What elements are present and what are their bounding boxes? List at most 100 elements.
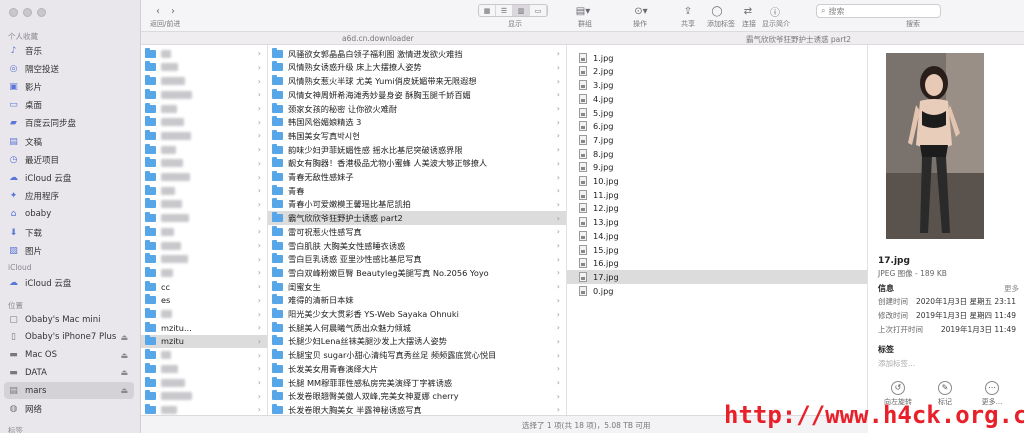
minimize-button[interactable] (23, 8, 32, 17)
sidebar-item[interactable]: ☁ iCloud 云盘 (4, 274, 134, 291)
sidebar-item[interactable]: ▣ 影片 (4, 78, 134, 95)
column-1-item[interactable]: › (141, 61, 267, 75)
folder-row[interactable]: 风情熟女诱惑升级 床上大摆撩人姿势 › (268, 61, 566, 75)
folder-row[interactable]: 阳光美少女大贯彩香 YS-Web Sayaka Ohnuki › (268, 307, 566, 321)
column-1-item[interactable]: › (141, 253, 267, 267)
column-2[interactable]: 风骚欲女郭晶晶白领子福利图 激情迸发欲火难挡 › 风情熟女诱惑升级 床上大摆撩人姿势… (268, 45, 567, 415)
path-folder[interactable]: 霸气欣欣爷狂野护士诱惑 part2 (746, 34, 851, 45)
list-view-icon[interactable]: ☰ (496, 5, 513, 16)
sidebar-item[interactable]: ♪ 音乐 (4, 42, 134, 59)
folder-row[interactable]: 韩国风俗媚娘精选 3 › (268, 116, 566, 130)
column-1-item[interactable]: › (141, 143, 267, 157)
sidebar-item[interactable]: ▨ 图片 (4, 242, 134, 259)
close-button[interactable] (9, 8, 18, 17)
file-row[interactable]: 12.jpg (567, 202, 867, 216)
action-icon[interactable]: ⊙▾ (632, 4, 650, 18)
sidebar-item[interactable]: ▤ mars ⏏ (4, 382, 134, 400)
view-switcher[interactable]: ▦ ☰ ▥ ▭ (478, 4, 548, 17)
folder-row[interactable]: 长腿美人何晨曦气质出众魅力倾城 › (268, 321, 566, 335)
column-1-item[interactable]: › (141, 198, 267, 212)
file-row[interactable]: 0.jpg (567, 284, 867, 298)
folder-row[interactable]: 长腿 MM穆菲菲性感私房完美演绎丁字裤诱惑 › (268, 376, 566, 390)
sidebar-item[interactable]: ⌂ obaby (4, 206, 134, 223)
file-row[interactable]: 7.jpg (567, 133, 867, 147)
file-row[interactable]: 9.jpg (567, 161, 867, 175)
folder-row[interactable]: 长腿少妇Lena丝袜美腿沙发上大摆诱人姿势 › (268, 335, 566, 349)
column-3[interactable]: 1.jpg 2.jpg 3.jpg 4.jpg 5.jpg 6.jpg 7.jpg 8.jpg… (567, 45, 868, 415)
folder-row[interactable]: 长发卷眼大胸美女 半露神秘诱惑写真 › (268, 403, 566, 415)
sidebar-item[interactable]: ▭ 桌面 (4, 97, 134, 114)
sidebar-item[interactable]: ▰ 百度云同步盘 (4, 115, 134, 132)
folder-row[interactable]: 雪白肌肤 大胸美女性感睡衣诱惑 › (268, 239, 566, 253)
folder-row[interactable]: 雷可祝惹火性感写真 › (268, 225, 566, 239)
search-field[interactable]: ⌕ 搜索 (816, 4, 941, 18)
column-view-icon[interactable]: ▥ (513, 5, 530, 16)
file-row[interactable]: 15.jpg (567, 243, 867, 257)
share-icon[interactable]: ⇪ (682, 4, 694, 18)
sidebar-item[interactable]: ▬ DATA ⏏ (4, 364, 134, 381)
column-1-item[interactable]: › (141, 47, 267, 61)
file-row[interactable]: 13.jpg (567, 215, 867, 229)
tags-input[interactable]: 添加标签... (878, 358, 915, 369)
column-1-item[interactable]: › (141, 362, 267, 376)
sidebar-item[interactable]: ▤ 文稿 (4, 133, 134, 150)
file-row[interactable]: 10.jpg (567, 174, 867, 188)
folder-row[interactable]: 风骚欲女郭晶晶白领子福利图 激情迸发欲火难挡 › (268, 47, 566, 61)
column-1-item[interactable]: › (141, 390, 267, 404)
folder-row[interactable]: 难得的清新日本妹 › (268, 294, 566, 308)
sidebar-item[interactable]: ◷ 最近项目 (4, 151, 134, 168)
folder-row[interactable]: 韩国美女写真박시현 › (268, 129, 566, 143)
info-icon[interactable]: ⓘ (769, 4, 781, 19)
column-1-item[interactable]: es › (141, 294, 267, 308)
file-row[interactable]: 14.jpg (567, 229, 867, 243)
folder-row[interactable]: 闺蜜女生 › (268, 280, 566, 294)
file-row[interactable]: 11.jpg (567, 188, 867, 202)
icon-view-icon[interactable]: ▦ (479, 5, 496, 16)
column-1-item[interactable]: › (141, 376, 267, 390)
gallery-view-icon[interactable]: ▭ (530, 5, 547, 16)
file-row[interactable]: 4.jpg (567, 92, 867, 106)
folder-row[interactable]: 长发美女用青春演绎大片 › (268, 362, 566, 376)
folder-row[interactable]: 靓女有胸器！香港极品尤物小蜜蜂 人美波大够正够撩人 › (268, 157, 566, 171)
eject-icon[interactable]: ⏏ (120, 351, 128, 360)
folder-row[interactable]: 韵味少妇尹菲妩媚性感 摇水比基尼突破诱惑界限 › (268, 143, 566, 157)
file-row[interactable]: 2.jpg (567, 65, 867, 79)
sidebar-item[interactable]: ◎ 隔空投送 (4, 60, 134, 77)
file-row[interactable]: 3.jpg (567, 78, 867, 92)
folder-row[interactable]: 青春无敌性感妹子 › (268, 170, 566, 184)
folder-row[interactable]: 风情熟女惹火半球 尤美 Yumi俏皮妩媚带来无限遐想 › (268, 74, 566, 88)
folder-row[interactable]: 风情女神周妍希海滩秀妙曼身姿 酥胸玉腿千娇百媚 › (268, 88, 566, 102)
file-row[interactable]: 16.jpg (567, 257, 867, 271)
folder-row[interactable]: 雪白双峰粉嫩巨臀 Beautyleg美腿写真 No.2056 Yoyo › (268, 266, 566, 280)
folder-row[interactable]: 青春 › (268, 184, 566, 198)
eject-icon[interactable]: ⏏ (120, 386, 128, 395)
sidebar-item[interactable]: ▯ Obaby's iPhone7 Plus ⏏ (4, 329, 134, 346)
column-1-item[interactable]: › (141, 170, 267, 184)
column-1-item[interactable]: mzitu... › (141, 321, 267, 335)
sidebar-item[interactable]: ⬇ 下载 (4, 224, 134, 241)
forward-icon[interactable]: › (167, 4, 179, 18)
file-row[interactable]: 17.jpg (567, 270, 867, 284)
column-1-item[interactable]: › (141, 348, 267, 362)
column-1-item[interactable]: › (141, 307, 267, 321)
column-1-item[interactable]: › (141, 88, 267, 102)
file-row[interactable]: 6.jpg (567, 120, 867, 134)
folder-row[interactable]: 青春小可爱嫩模王馨瑶比基尼凯拍 › (268, 198, 566, 212)
folder-row[interactable]: 雪白巨乳诱惑 亚里沙性感比基尼写真 › (268, 253, 566, 267)
path-server[interactable]: a6d.cn.downloader (342, 34, 414, 43)
folder-row[interactable]: 颈家女孩的秘密 让你欲火难耐 › (268, 102, 566, 116)
connect-icon[interactable]: ⇄ (742, 4, 754, 18)
folder-row[interactable]: 霸气欣欣爷狂野护士诱惑 part2 › (268, 211, 566, 225)
column-1-item[interactable]: › (141, 102, 267, 116)
column-1-item[interactable]: › (141, 211, 267, 225)
info-more-link[interactable]: 更多 (1004, 283, 1019, 294)
column-1[interactable]: › › › › › › › › › › › › › › › › › cc › es › › mzitu... › mzitu › ›… (141, 45, 268, 415)
tag-icon[interactable]: ◯ (711, 4, 723, 18)
zoom-button[interactable] (37, 8, 46, 17)
sidebar-item[interactable]: ▬ Mac OS ⏏ (4, 347, 134, 364)
column-1-item[interactable]: › (141, 239, 267, 253)
column-1-item[interactable]: › (141, 129, 267, 143)
folder-row[interactable]: 长发卷眼翘臀美傲人双峰,完美女神夏娜 cherry › (268, 390, 566, 404)
file-row[interactable]: 5.jpg (567, 106, 867, 120)
eject-icon[interactable]: ⏏ (120, 368, 128, 377)
